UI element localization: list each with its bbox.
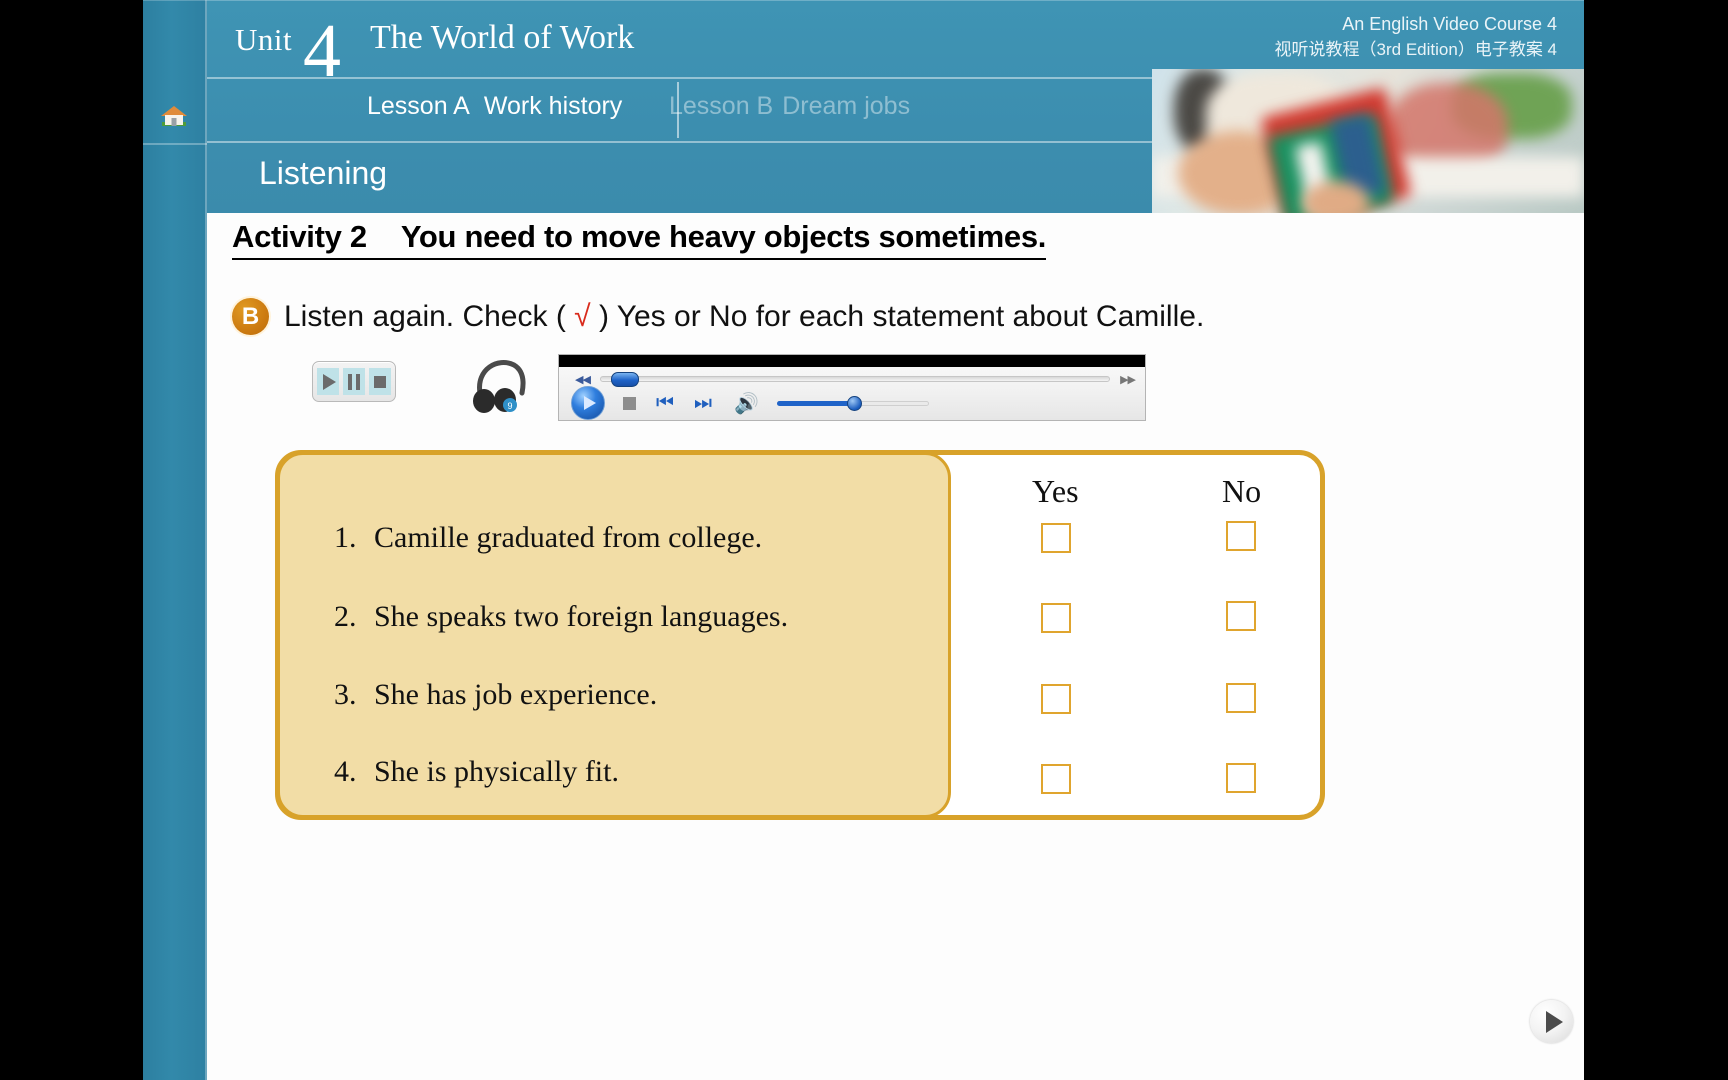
question-text: Camille graduated from college.	[374, 521, 763, 554]
list-item: 1. Camille graduated from college.	[334, 521, 762, 555]
question-number: 3.	[334, 678, 357, 711]
list-item: 3. She has job experience.	[334, 678, 657, 712]
player-controls[interactable]: ⏮ ⏭ 🔊	[571, 386, 1139, 420]
volume-thumb[interactable]	[846, 396, 862, 411]
seek-row[interactable]: ◀◀ ▶▶	[575, 372, 1136, 387]
slide-header: Unit 4 The World of Work Lesson A Work hi…	[207, 0, 1584, 213]
unit-title: The World of Work	[370, 19, 635, 56]
checkbox-no-2[interactable]	[1226, 601, 1256, 631]
stop-icon[interactable]	[369, 368, 391, 395]
seek-bar[interactable]	[599, 372, 1111, 387]
course-info: An English Video Course 4 视听说教程（3rd Edit…	[1275, 12, 1557, 62]
checkmark-glyph: √	[574, 299, 591, 333]
play-icon	[1545, 1010, 1563, 1033]
home-icon[interactable]	[160, 104, 188, 128]
section-title: Listening	[259, 155, 388, 191]
tab-lesson-a-label: Lesson A	[367, 92, 470, 120]
activity-title-text: You need to move heavy objects sometimes…	[400, 219, 1047, 254]
unit-label: Unit	[235, 22, 293, 57]
activity-label: Activity 2	[232, 219, 367, 254]
header-hairline	[207, 0, 1584, 1]
play-icon[interactable]	[317, 368, 339, 395]
media-player[interactable]: ◀◀ ▶▶ ⏮ ⏭ 🔊	[558, 354, 1146, 421]
column-header-no: No	[1222, 473, 1262, 509]
play-button[interactable]	[571, 386, 605, 420]
fast-forward-icon[interactable]: ▶▶	[1120, 373, 1136, 386]
question-number: 2.	[334, 600, 357, 633]
left-rail	[143, 0, 207, 1080]
rewind-icon[interactable]: ◀◀	[575, 373, 591, 386]
checkbox-yes-1[interactable]	[1041, 523, 1071, 553]
seek-thumb[interactable]	[610, 372, 639, 387]
header-photo	[1152, 69, 1584, 213]
tab-lesson-b[interactable]: Lesson B Dream jobs	[669, 92, 910, 121]
next-slide-button[interactable]	[1530, 1000, 1573, 1043]
list-item: 4. She is physically fit.	[334, 755, 619, 789]
course-title-en: An English Video Course 4	[1342, 14, 1557, 34]
player-video-area	[559, 355, 1145, 367]
question-number: 4.	[334, 755, 357, 788]
slide-content: Activity 2 You need to move heavy objects…	[207, 213, 1584, 1080]
tab-lesson-a-title: Work history	[483, 92, 623, 120]
pause-icon[interactable]	[343, 368, 365, 395]
question-number: 1.	[334, 521, 357, 554]
rail-divider-top	[143, 0, 207, 1]
question-panel: Yes No 1. Camille graduated from college.…	[275, 450, 1325, 820]
volume-icon[interactable]: 🔊	[734, 391, 759, 416]
task-badge: B	[232, 298, 269, 335]
checkbox-yes-2[interactable]	[1041, 603, 1071, 633]
rail-divider-mid	[143, 143, 207, 145]
task-text-before: Listen again. Check (	[284, 299, 575, 333]
column-header-yes: Yes	[1032, 473, 1079, 509]
slide-stage: Unit 4 The World of Work Lesson A Work hi…	[0, 0, 1728, 1080]
volume-slider[interactable]	[776, 396, 929, 411]
previous-track-icon[interactable]: ⏮	[656, 393, 674, 413]
question-text: She has job experience.	[374, 678, 658, 711]
task-text-after: ) Yes or No for each statement about Cam…	[590, 299, 1205, 333]
course-title-zh: 视听说教程（3rd Edition）电子教案 4	[1274, 39, 1557, 59]
task-instruction-text: Listen again. Check ( √ ) Yes or No for …	[284, 300, 1204, 334]
tab-lesson-a[interactable]: Lesson A Work history	[367, 92, 622, 121]
tab-lesson-b-title: Dream jobs	[782, 92, 911, 120]
checkbox-no-4[interactable]	[1226, 763, 1256, 793]
list-item: 2. She speaks two foreign languages.	[334, 600, 788, 634]
tab-lesson-b-label: Lesson B	[669, 92, 774, 120]
activity-heading: Activity 2 You need to move heavy objects…	[232, 219, 1046, 260]
checkbox-yes-4[interactable]	[1041, 764, 1071, 794]
question-text: She is physically fit.	[374, 755, 619, 788]
task-instruction: B Listen again. Check ( √ ) Yes or No fo…	[232, 298, 1204, 335]
checkbox-no-3[interactable]	[1226, 683, 1256, 713]
checkbox-yes-3[interactable]	[1041, 684, 1071, 714]
next-track-icon[interactable]: ⏭	[694, 393, 712, 413]
stop-button[interactable]	[623, 396, 636, 410]
audio-transport-widget[interactable]	[312, 361, 396, 402]
question-text: She speaks two foreign languages.	[374, 600, 789, 633]
checkbox-no-1[interactable]	[1226, 521, 1256, 551]
headphones-icon: 9	[472, 353, 530, 415]
svg-text:9: 9	[507, 401, 512, 411]
